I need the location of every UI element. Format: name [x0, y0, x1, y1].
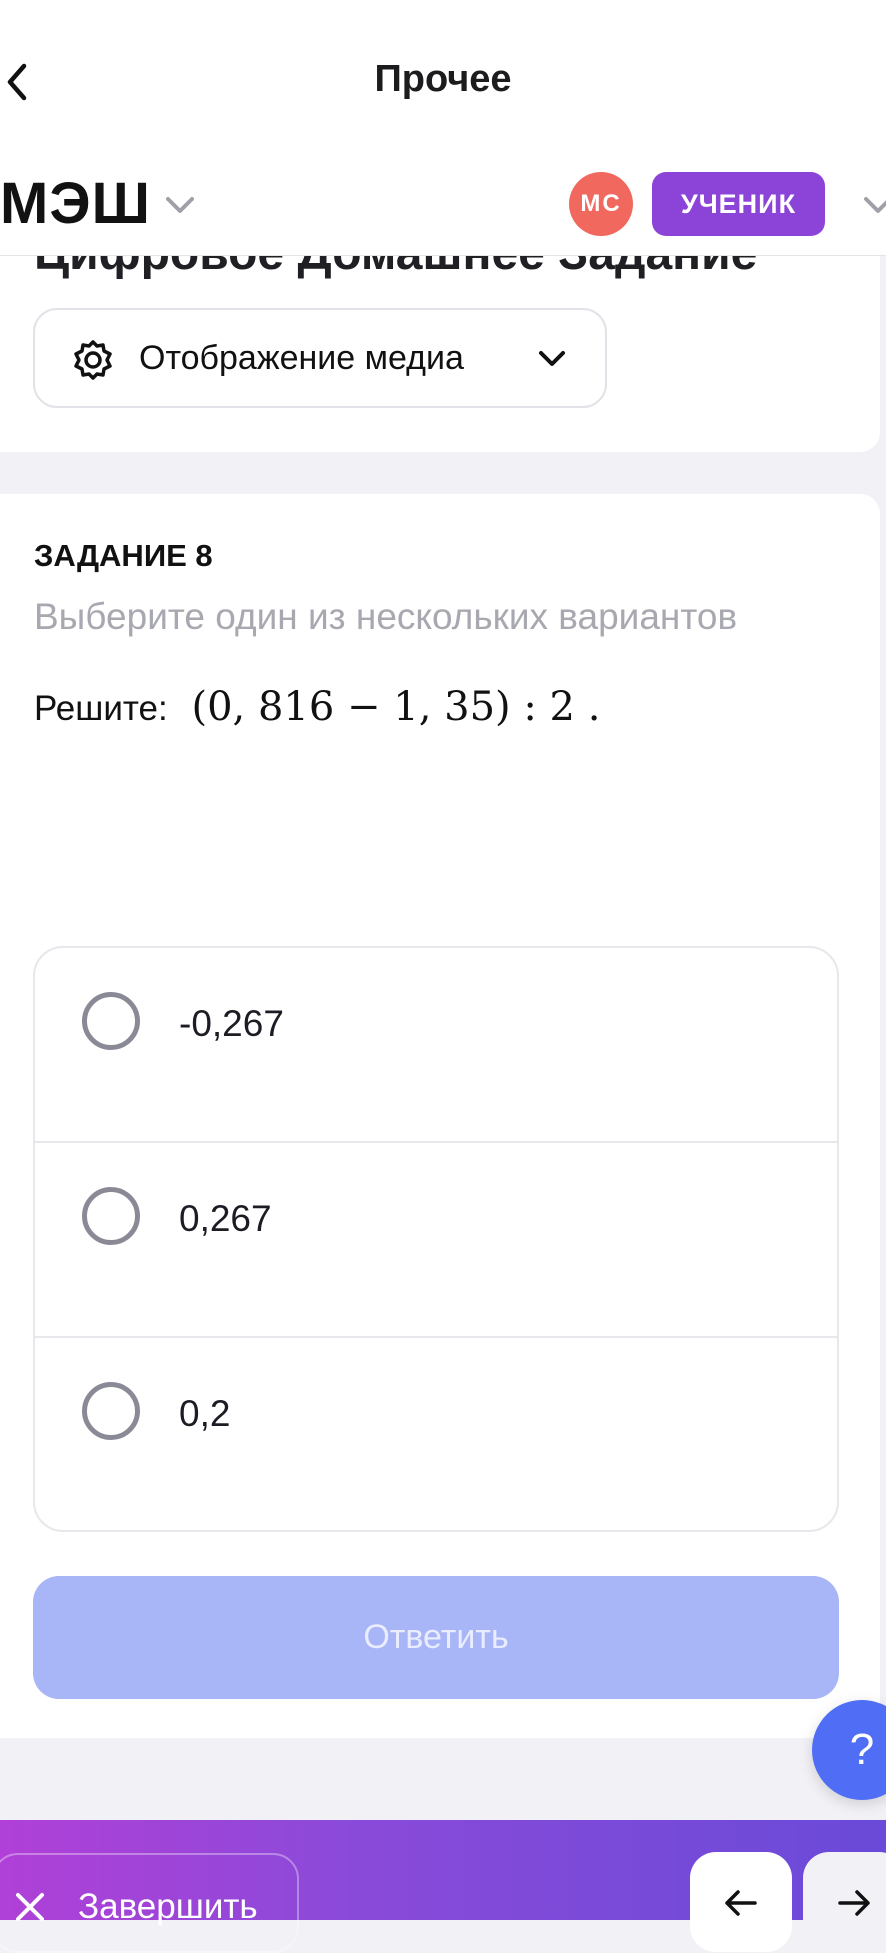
profile-menu-button[interactable] — [858, 190, 886, 220]
role-badge[interactable]: УЧЕНИК — [652, 172, 825, 236]
task-number: ЗАДАНИЕ 8 — [34, 538, 213, 573]
radio-button[interactable] — [82, 1187, 140, 1245]
app-switch-button[interactable] — [160, 190, 200, 220]
app-logo: МЭШ — [0, 171, 151, 236]
answer-option[interactable]: 0,2 — [35, 1338, 837, 1530]
previous-task-button[interactable] — [690, 1852, 792, 1952]
radio-button[interactable] — [82, 1382, 140, 1440]
answer-option[interactable]: -0,267 — [35, 948, 837, 1143]
arrow-left-icon — [725, 1890, 757, 1916]
option-label: 0,267 — [179, 1198, 272, 1239]
task-question: Решите: (0, 816 − 1, 35) : 2 . — [34, 684, 600, 730]
submit-answer-button[interactable]: Ответить — [33, 1576, 839, 1699]
arrow-right-icon — [838, 1890, 870, 1916]
top-bar: Прочее — [0, 0, 886, 160]
answer-options: -0,267 0,267 0,2 — [33, 946, 839, 1532]
answer-option[interactable]: 0,267 — [35, 1143, 837, 1338]
app-header: МЭШ МС УЧЕНИК — [0, 160, 886, 256]
media-display-label: Отображение медиа — [139, 339, 464, 377]
gear-icon — [74, 340, 112, 380]
avatar[interactable]: МС — [569, 172, 633, 236]
option-label: -0,267 — [179, 1003, 284, 1044]
media-display-dropdown[interactable]: Отображение медиа — [33, 308, 607, 408]
chevron-down-icon — [539, 351, 565, 366]
chevron-down-icon — [864, 197, 886, 213]
radio-button[interactable] — [82, 992, 140, 1050]
question-expression: (0, 816 − 1, 35) : 2 . — [191, 684, 601, 730]
finish-button[interactable]: Завершить — [0, 1853, 299, 1953]
task-card: ЗАДАНИЕ 8 Выберите один из нескольких ва… — [0, 494, 880, 1738]
bottom-nav-bar: Завершить — [0, 1820, 886, 1953]
page-title: Прочее — [374, 58, 512, 100]
task-hint: Выберите один из нескольких вариантов — [34, 596, 738, 637]
next-task-button[interactable] — [803, 1852, 886, 1952]
chevron-down-icon — [166, 197, 194, 213]
question-prefix: Решите: — [34, 689, 168, 728]
finish-label: Завершить — [78, 1887, 258, 1926]
option-label: 0,2 — [179, 1393, 231, 1434]
